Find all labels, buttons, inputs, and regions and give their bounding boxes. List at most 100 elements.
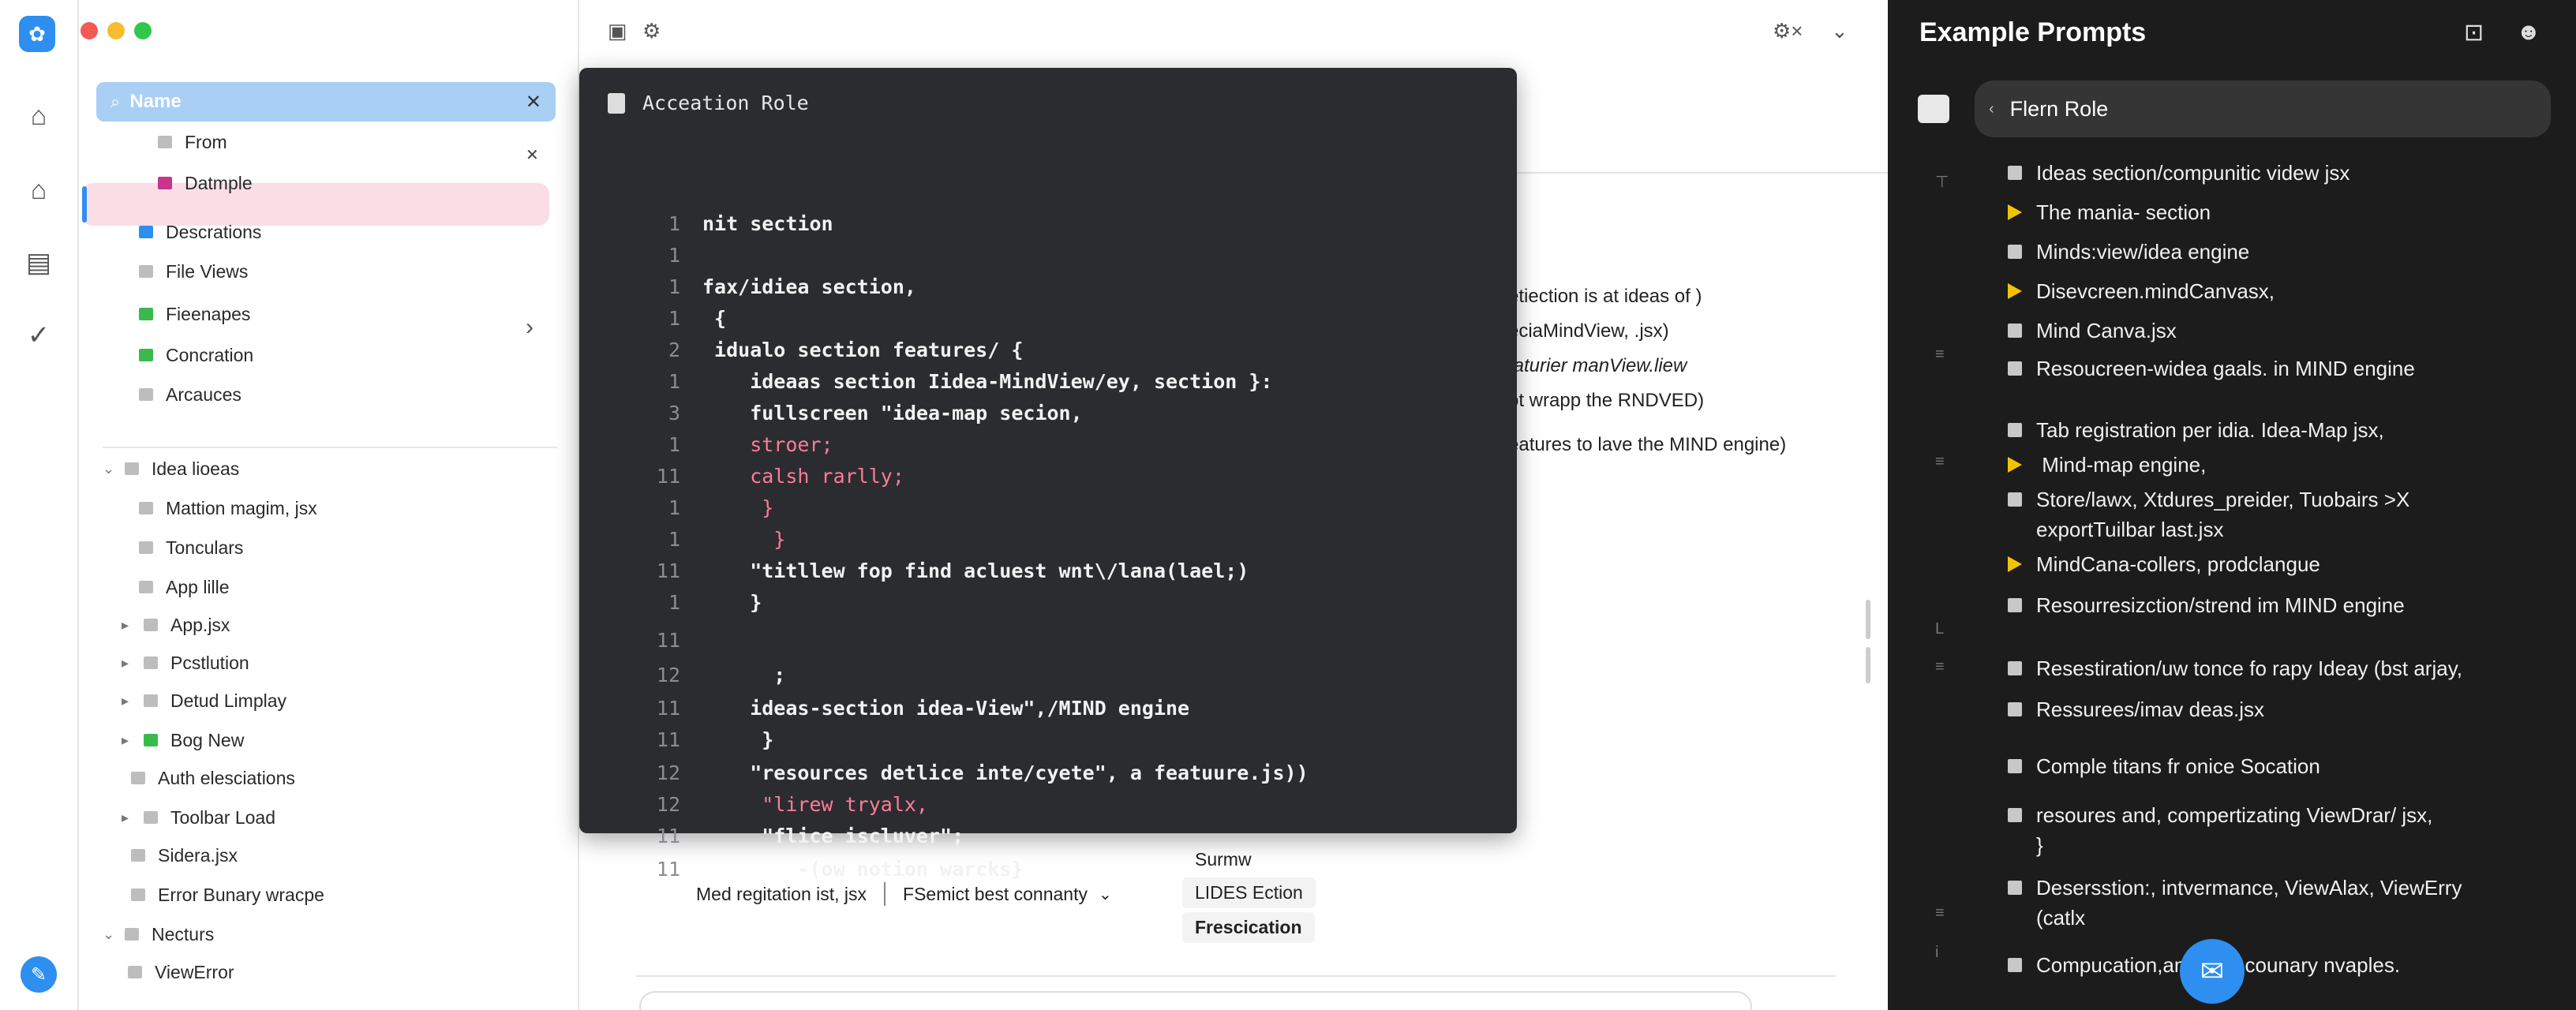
clear-search-icon[interactable]: ✕ xyxy=(526,91,541,114)
prompt-item[interactable]: Desersstion:, intvermance, ViewAlax, Vie… xyxy=(2008,873,2462,933)
chevron-right-icon[interactable]: ▸ xyxy=(122,732,139,749)
prompt-item[interactable]: Resoucreen-widea gaals. in MIND engine xyxy=(2008,354,2415,383)
tree-item[interactable]: Error Bunary wracpe xyxy=(131,877,324,912)
doc-icon[interactable]: ▣ xyxy=(608,19,627,43)
tree-item[interactable]: Descrations xyxy=(139,215,261,249)
tree-item[interactable]: ⌄ Necturs xyxy=(103,917,214,952)
code-line: 12 "lirew tryalx, xyxy=(579,789,928,819)
tree-item[interactable]: Mattion magim, jsx xyxy=(139,491,317,526)
folder-icon xyxy=(144,656,158,669)
close-icon[interactable]: ✕ xyxy=(526,145,539,165)
tree-item[interactable]: Sidera.jsx xyxy=(131,838,238,873)
prompt-item[interactable]: resoures and, compertizating ViewDrar/ j… xyxy=(2008,800,2432,860)
tree-item[interactable]: ▸ Bog New xyxy=(122,723,244,758)
prompt-item[interactable]: Mind-map engine, xyxy=(2008,450,2206,480)
maximize-window-button[interactable] xyxy=(134,22,152,39)
check-icon[interactable]: ✓ xyxy=(21,317,57,354)
prompt-item[interactable]: MindCana-collers, prodclangue xyxy=(2008,549,2320,579)
app-logo-icon[interactable]: ✿ xyxy=(19,16,55,52)
line-number: 11 xyxy=(656,628,680,652)
file-icon xyxy=(2008,881,2022,895)
house-icon[interactable]: ⌂ xyxy=(21,172,57,208)
tree-item[interactable]: ViewError xyxy=(128,955,234,989)
chevron-down-icon[interactable]: ⌄ xyxy=(103,926,120,943)
composer-input[interactable] xyxy=(639,991,1752,1010)
chevron-right-icon[interactable]: ▸ xyxy=(122,810,139,826)
role-selector[interactable]: ‹ Flern Role xyxy=(1975,80,2551,137)
line-number: 1 xyxy=(668,590,680,614)
line-number: 11 xyxy=(656,696,680,720)
document-icon xyxy=(608,92,625,114)
home-icon[interactable]: ⌂ xyxy=(21,98,57,134)
settings-icon[interactable]: ⚙× xyxy=(1773,19,1803,43)
tree-item[interactable]: ▸ Toolbar Load xyxy=(122,800,275,835)
prompt-item[interactable]: Resestiration/uw tonce fo rapy Ideay (bs… xyxy=(2008,653,2462,683)
message-icon[interactable] xyxy=(1918,95,1949,123)
edit-icon[interactable]: ✎ xyxy=(21,956,57,993)
file-icon xyxy=(2008,166,2022,180)
prompt-item[interactable]: Minds:view/idea engine xyxy=(2008,237,2249,267)
prompt-item[interactable]: Ressurees/imav deas.jsx xyxy=(2008,694,2264,724)
chevron-down-icon[interactable]: ⌄ xyxy=(103,461,120,477)
prompt-item[interactable]: Mind Canva.jsx xyxy=(2008,316,2177,346)
code-line: 1 } xyxy=(579,492,773,522)
chevron-right-icon[interactable]: ▸ xyxy=(122,655,139,671)
prompt-item[interactable]: Store/lawx, Xtdures_preider, Tuobairs >X… xyxy=(2008,484,2409,544)
code-line: 1 { xyxy=(579,303,726,333)
tree-item[interactable]: Tonculars xyxy=(139,530,243,565)
tree-item[interactable]: Fieenapes xyxy=(139,297,250,331)
line-number: 11 xyxy=(656,824,680,847)
code-text: } xyxy=(702,728,774,751)
mail-action-button[interactable]: ✉ xyxy=(2180,939,2245,1004)
tree-item-label: Concration xyxy=(166,344,254,365)
code-line: 11 -(ow notion warcks} xyxy=(579,854,1024,884)
tree-item-label: Arcauces xyxy=(166,383,242,405)
prompt-item[interactable]: The mania- section xyxy=(2008,197,2211,227)
tree-item-label: Pcstlution xyxy=(170,652,249,673)
chip-button[interactable]: Frescication xyxy=(1182,912,1315,943)
folder-icon xyxy=(131,772,145,784)
tree-item[interactable]: ▸ App.jsx xyxy=(122,608,230,642)
tree-item[interactable]: App lille xyxy=(139,570,230,604)
code-text: "lirew tryalx, xyxy=(702,792,928,816)
tree-item[interactable]: ▸ Pcstlution xyxy=(122,645,249,680)
chevron-right-icon[interactable]: › xyxy=(526,314,534,341)
minimize-window-button[interactable] xyxy=(107,22,125,39)
tree-divider xyxy=(103,447,557,448)
prompt-item[interactable]: Comple titans fr onice Socation xyxy=(2008,751,2320,781)
search-input[interactable]: ⌕ Name ✕ xyxy=(96,82,556,122)
prompt-item[interactable]: Disevcreen.mindCanvasx, xyxy=(2008,276,2275,306)
tree-item[interactable]: File Views xyxy=(139,254,248,289)
prompt-item[interactable]: Tab registration per idia. Idea-Map jsx, xyxy=(2008,415,2384,445)
chevron-down-icon[interactable]: ⌄ xyxy=(1099,885,1112,904)
chevron-right-icon[interactable]: ▸ xyxy=(122,693,139,709)
screenshot-icon[interactable]: ⊡ xyxy=(2464,19,2484,47)
chip-button[interactable]: LIDES Ection xyxy=(1182,877,1316,908)
tree-item[interactable]: Concration xyxy=(139,338,253,372)
tree-item[interactable]: Datmple xyxy=(158,166,253,200)
chevron-right-icon[interactable]: ▸ xyxy=(122,617,139,634)
scrollbar-thumb[interactable] xyxy=(1866,600,1870,639)
prompt-item-label: MindCana-collers, prodclangue xyxy=(2036,552,2320,576)
tree-item[interactable]: ⌄ Idea lioeas xyxy=(103,451,239,486)
code-line: 1 ideaas section Iidea-MindView/ey, sect… xyxy=(579,366,1273,396)
tree-item-label: App.jsx xyxy=(170,614,230,635)
prompt-item-label: Mind Canva.jsx xyxy=(2036,319,2177,342)
tree-item[interactable]: From xyxy=(158,125,227,159)
inbox-icon[interactable]: ▤ xyxy=(21,245,57,281)
tree-item[interactable]: Auth elesciations xyxy=(131,761,295,795)
user-icon[interactable]: ☻ xyxy=(2516,19,2541,46)
chip-label: Surmw xyxy=(1195,849,1252,870)
prompt-item[interactable]: Resourresizction/strend im MIND engine xyxy=(2008,590,2405,620)
tree-item-label: File Views xyxy=(166,260,249,282)
chip-icon[interactable]: ⚙ xyxy=(642,19,661,43)
close-window-button[interactable] xyxy=(80,22,98,39)
bottom-mid-text[interactable]: FSemict best connanty xyxy=(903,884,1088,905)
tree-item[interactable]: Arcauces xyxy=(139,377,242,412)
tree-item[interactable]: ▸ Detud Limplay xyxy=(122,683,286,718)
chevron-down-icon[interactable]: ⌄ xyxy=(1831,19,1848,43)
prompt-item[interactable]: Ideas section/compunitic videw jsx xyxy=(2008,158,2349,188)
nav-rail: ✿ ⌂ ⌂ ▤ ✓ ✎ xyxy=(0,0,79,1010)
file-icon xyxy=(2008,702,2022,716)
scrollbar-thumb[interactable] xyxy=(1866,647,1870,683)
